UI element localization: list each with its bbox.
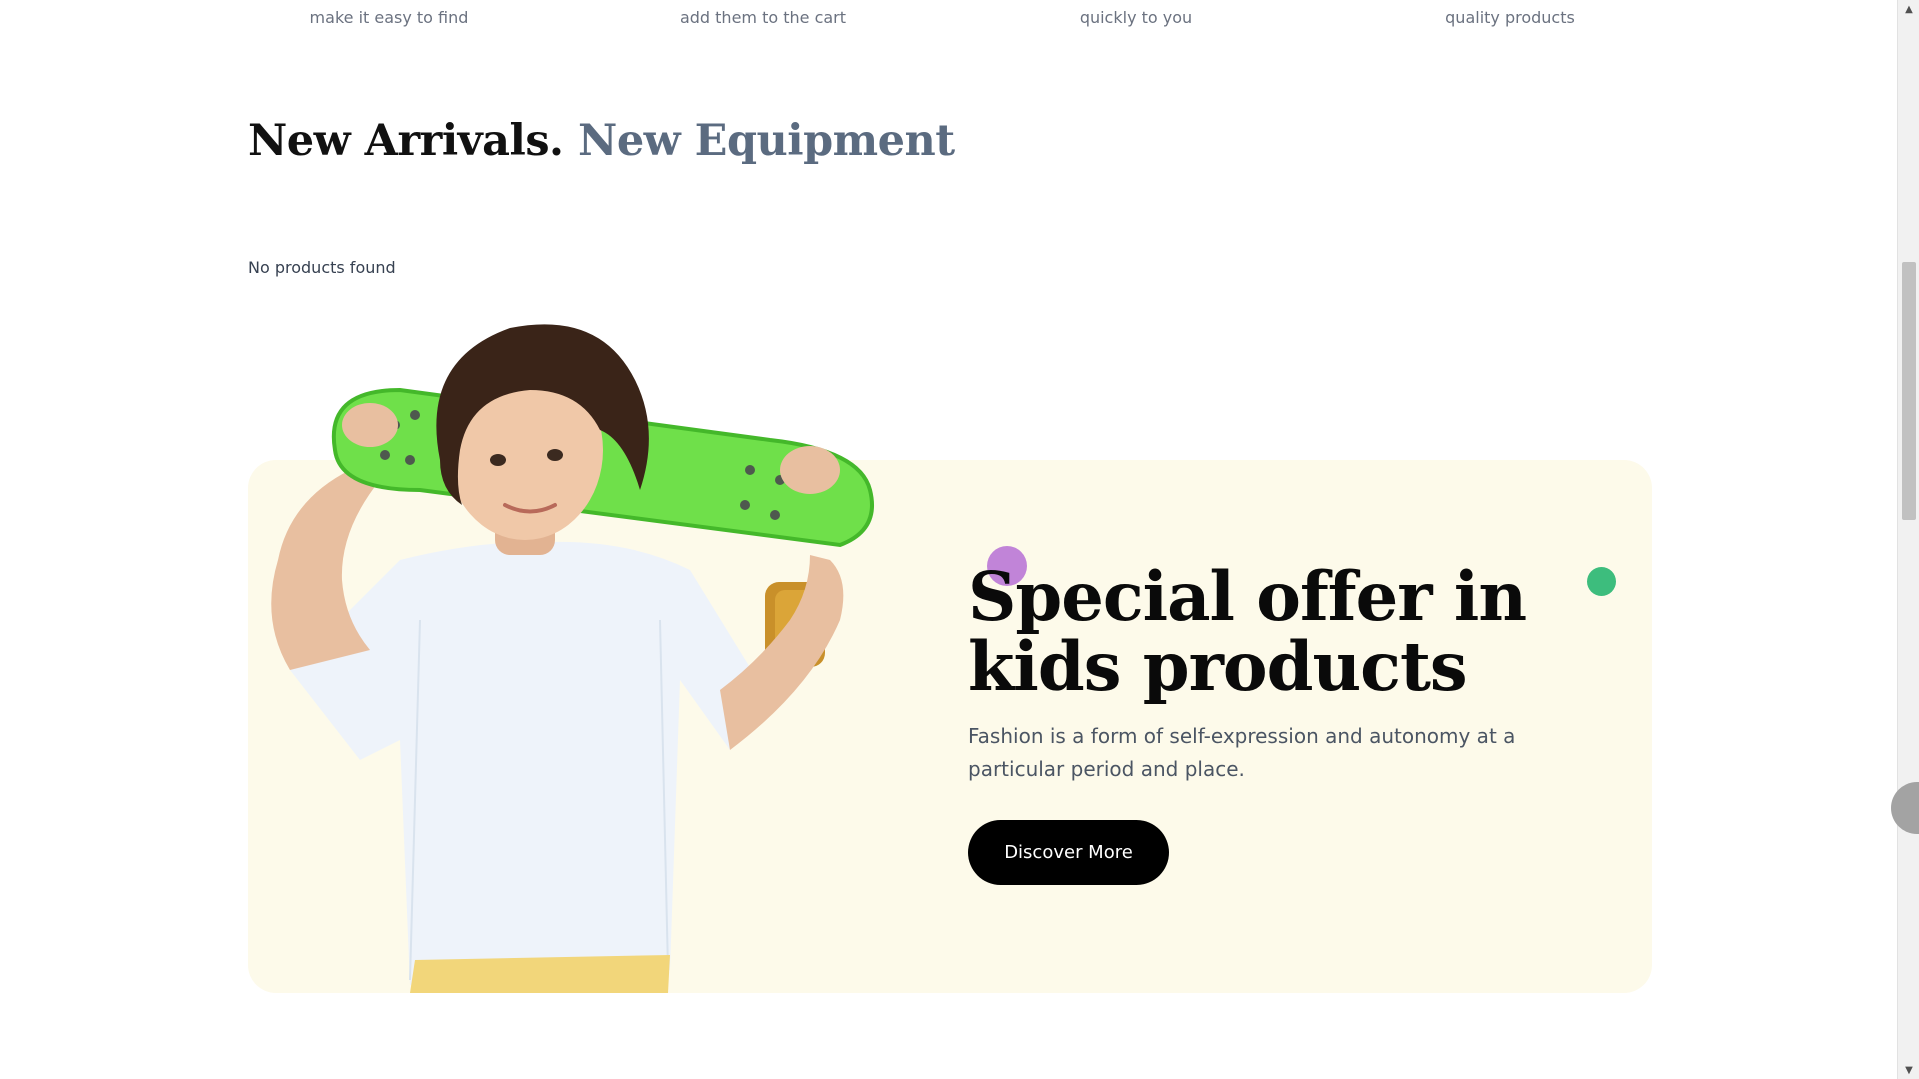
discover-more-button[interactable]: Discover More xyxy=(968,820,1169,885)
feature-caption: quality products xyxy=(1445,8,1575,27)
empty-products-message: No products found xyxy=(248,258,396,277)
promo-title-line2: kids products xyxy=(968,627,1468,706)
feature-caption: quickly to you xyxy=(1079,8,1193,27)
kid-skateboard-image xyxy=(271,324,874,993)
heading-primary: New Arrivals. xyxy=(248,116,564,166)
features-strip: make it easy to find add them to the car… xyxy=(0,0,1897,40)
promo-title-line1: Special offer in xyxy=(968,557,1527,636)
page: make it easy to find add them to the car… xyxy=(0,0,1897,1079)
promo-description: Fashion is a form of self-expression and… xyxy=(968,724,1516,781)
triangle-down-icon[interactable]: ▼ xyxy=(1898,1061,1919,1079)
feature-caption: add them to the cart xyxy=(679,8,847,27)
decorative-green-dot xyxy=(1587,567,1616,596)
section-heading: New Arrivals. New Equipment xyxy=(248,116,955,166)
heading-secondary: New Equipment xyxy=(578,116,955,166)
promo-title: Special offer in kids products xyxy=(968,562,1568,702)
scroll-thumb[interactable] xyxy=(1902,262,1916,520)
vertical-scrollbar[interactable]: ▲ ▼ xyxy=(1897,0,1919,1079)
triangle-up-icon[interactable]: ▲ xyxy=(1898,0,1919,18)
feature-caption: make it easy to find xyxy=(309,8,469,27)
